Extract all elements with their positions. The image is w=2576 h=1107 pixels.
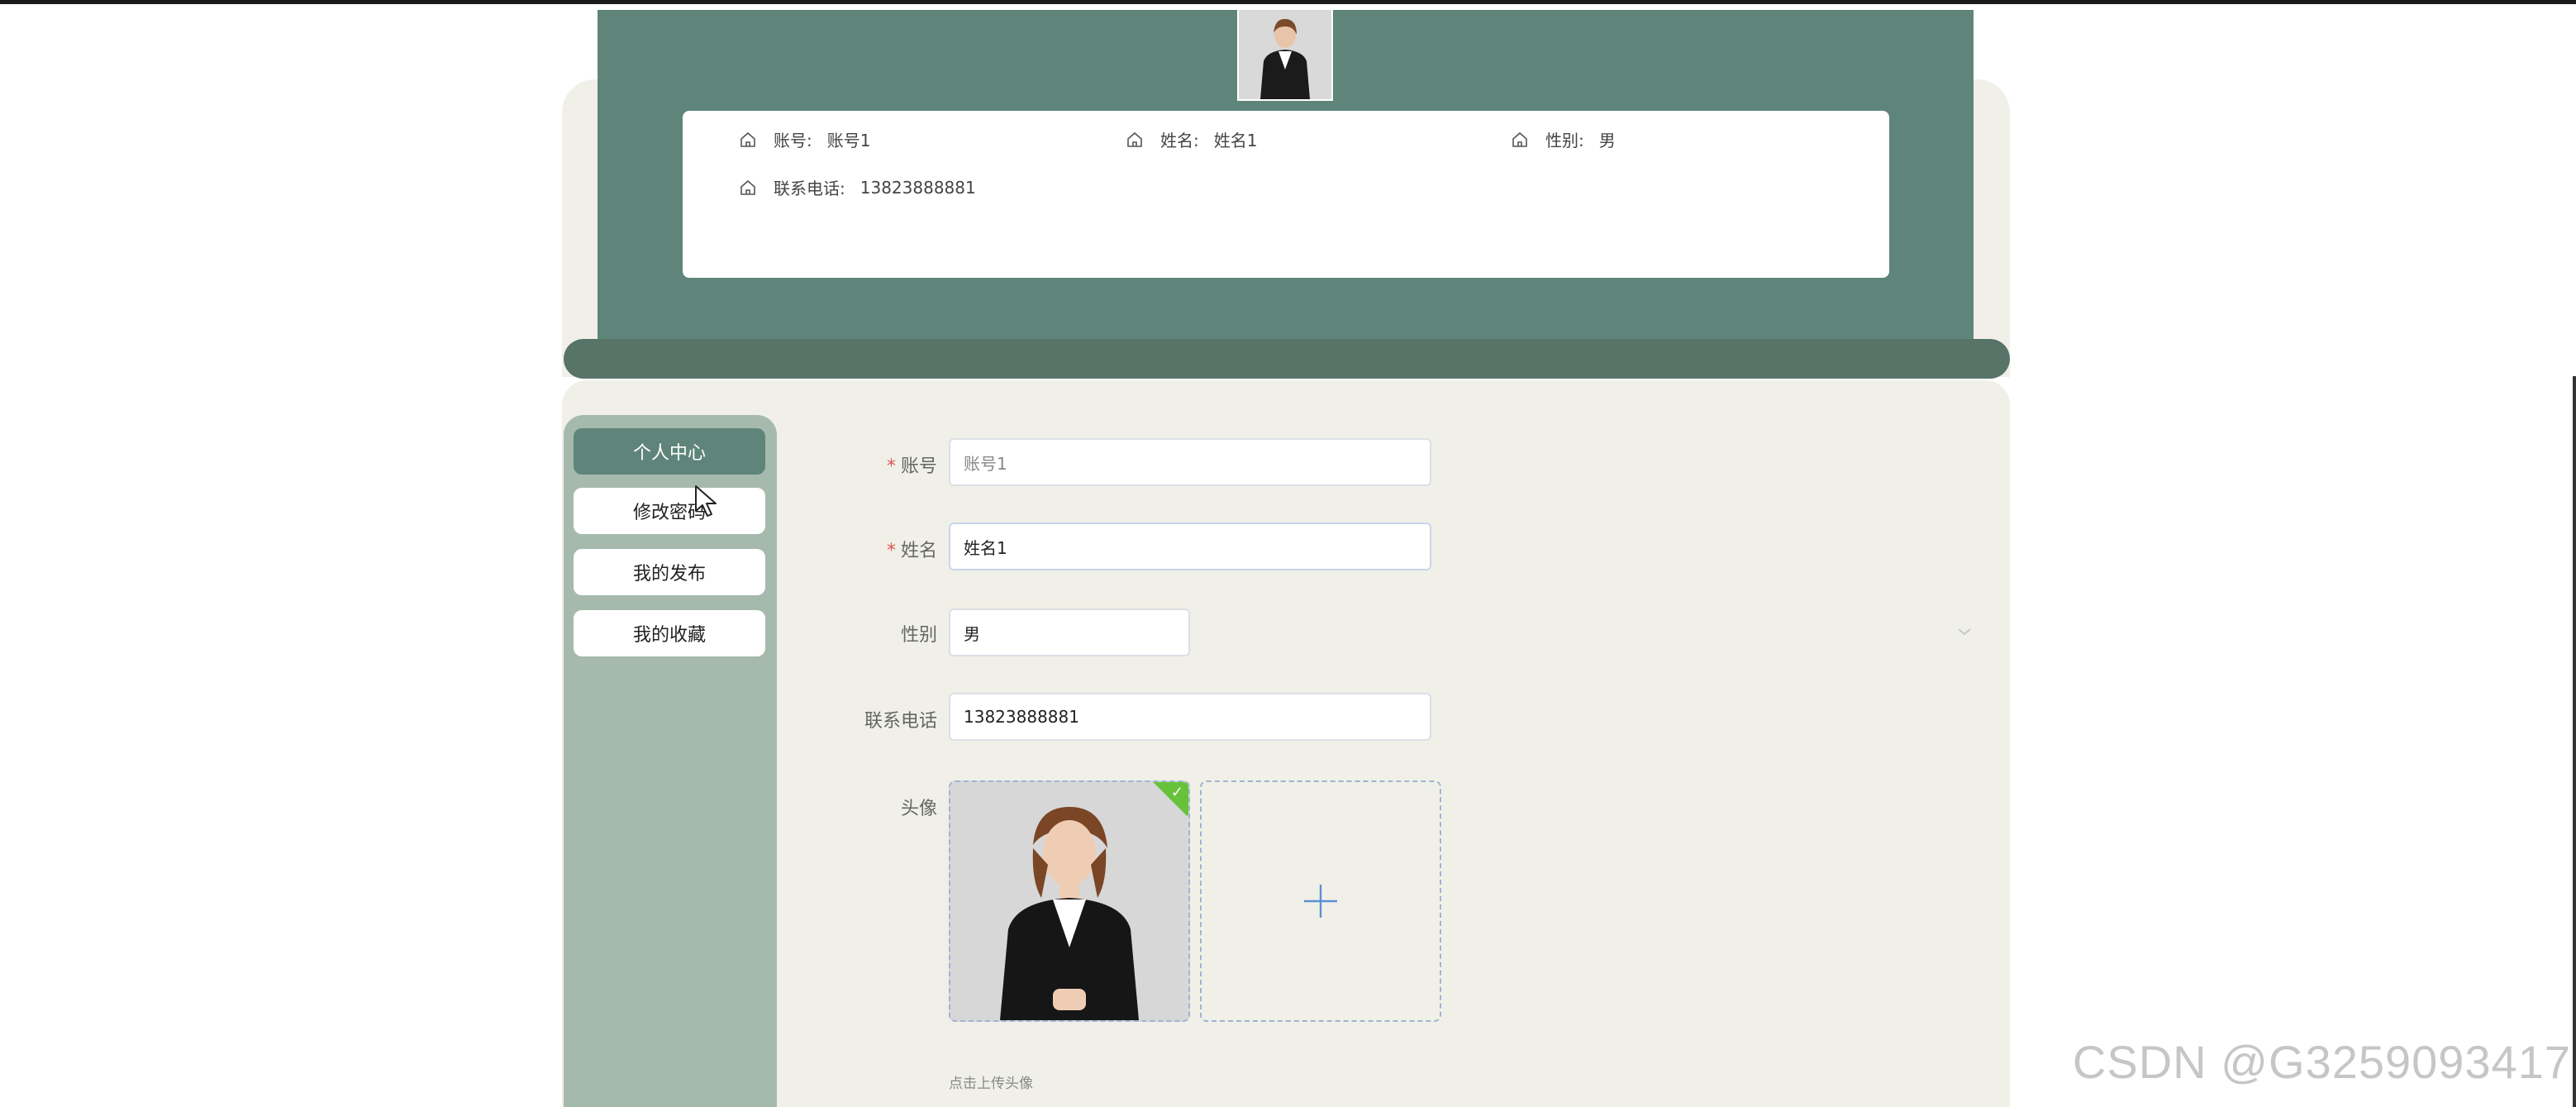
name-label: * 姓名 (886, 541, 937, 561)
plus-icon (1304, 885, 1337, 918)
window-top-edge (0, 0, 2576, 4)
phone-field[interactable]: 13823888881 (949, 693, 1431, 741)
account-field[interactable]: 账号1 (949, 438, 1431, 486)
gender-label: 性别 (900, 625, 937, 646)
avatar-upload-button[interactable] (1200, 780, 1441, 1022)
home-icon (1512, 131, 1527, 147)
gender-select[interactable]: 男 (949, 608, 1190, 656)
info-account: 账号: 账号1 (739, 127, 870, 151)
profile-avatar (1237, 8, 1333, 101)
avatar-upload-hint: 点击上传头像 (949, 1076, 1033, 1092)
check-icon: ✓ (1170, 784, 1183, 801)
avatar-label: 头像 (900, 799, 937, 819)
name-field[interactable]: 姓名1 (949, 522, 1431, 570)
chevron-down-icon[interactable] (1957, 627, 1972, 637)
info-name: 姓名: 姓名1 (1126, 127, 1257, 151)
home-icon (740, 179, 755, 195)
sidebar-item-change-password[interactable]: 修改密码 (574, 488, 765, 534)
account-label: * 账号 (886, 456, 937, 477)
profile-info-card: 账号: 账号1 姓名: 姓名1 性别: 男 联系电话: 13823888881 (683, 111, 1889, 278)
phone-label: 联系电话 (864, 711, 937, 732)
cursor-icon (695, 485, 717, 517)
watermark: CSDN @G3259093417 (2072, 1036, 2571, 1088)
scrollbar[interactable] (2573, 376, 2576, 1107)
sidebar-item-my-favorites[interactable]: 我的收藏 (574, 610, 765, 656)
avatar-photo (950, 782, 1188, 1020)
sidebar-item-my-posts[interactable]: 我的发布 (574, 549, 765, 595)
home-icon (1127, 131, 1142, 147)
home-icon (740, 131, 755, 147)
banner-bar (564, 339, 2010, 379)
sidebar-item-personal-center[interactable]: 个人中心 (574, 428, 765, 475)
info-phone: 联系电话: 13823888881 (739, 175, 976, 199)
info-gender: 性别: 男 (1511, 127, 1616, 151)
avatar-preview[interactable]: ✓ (949, 780, 1190, 1022)
